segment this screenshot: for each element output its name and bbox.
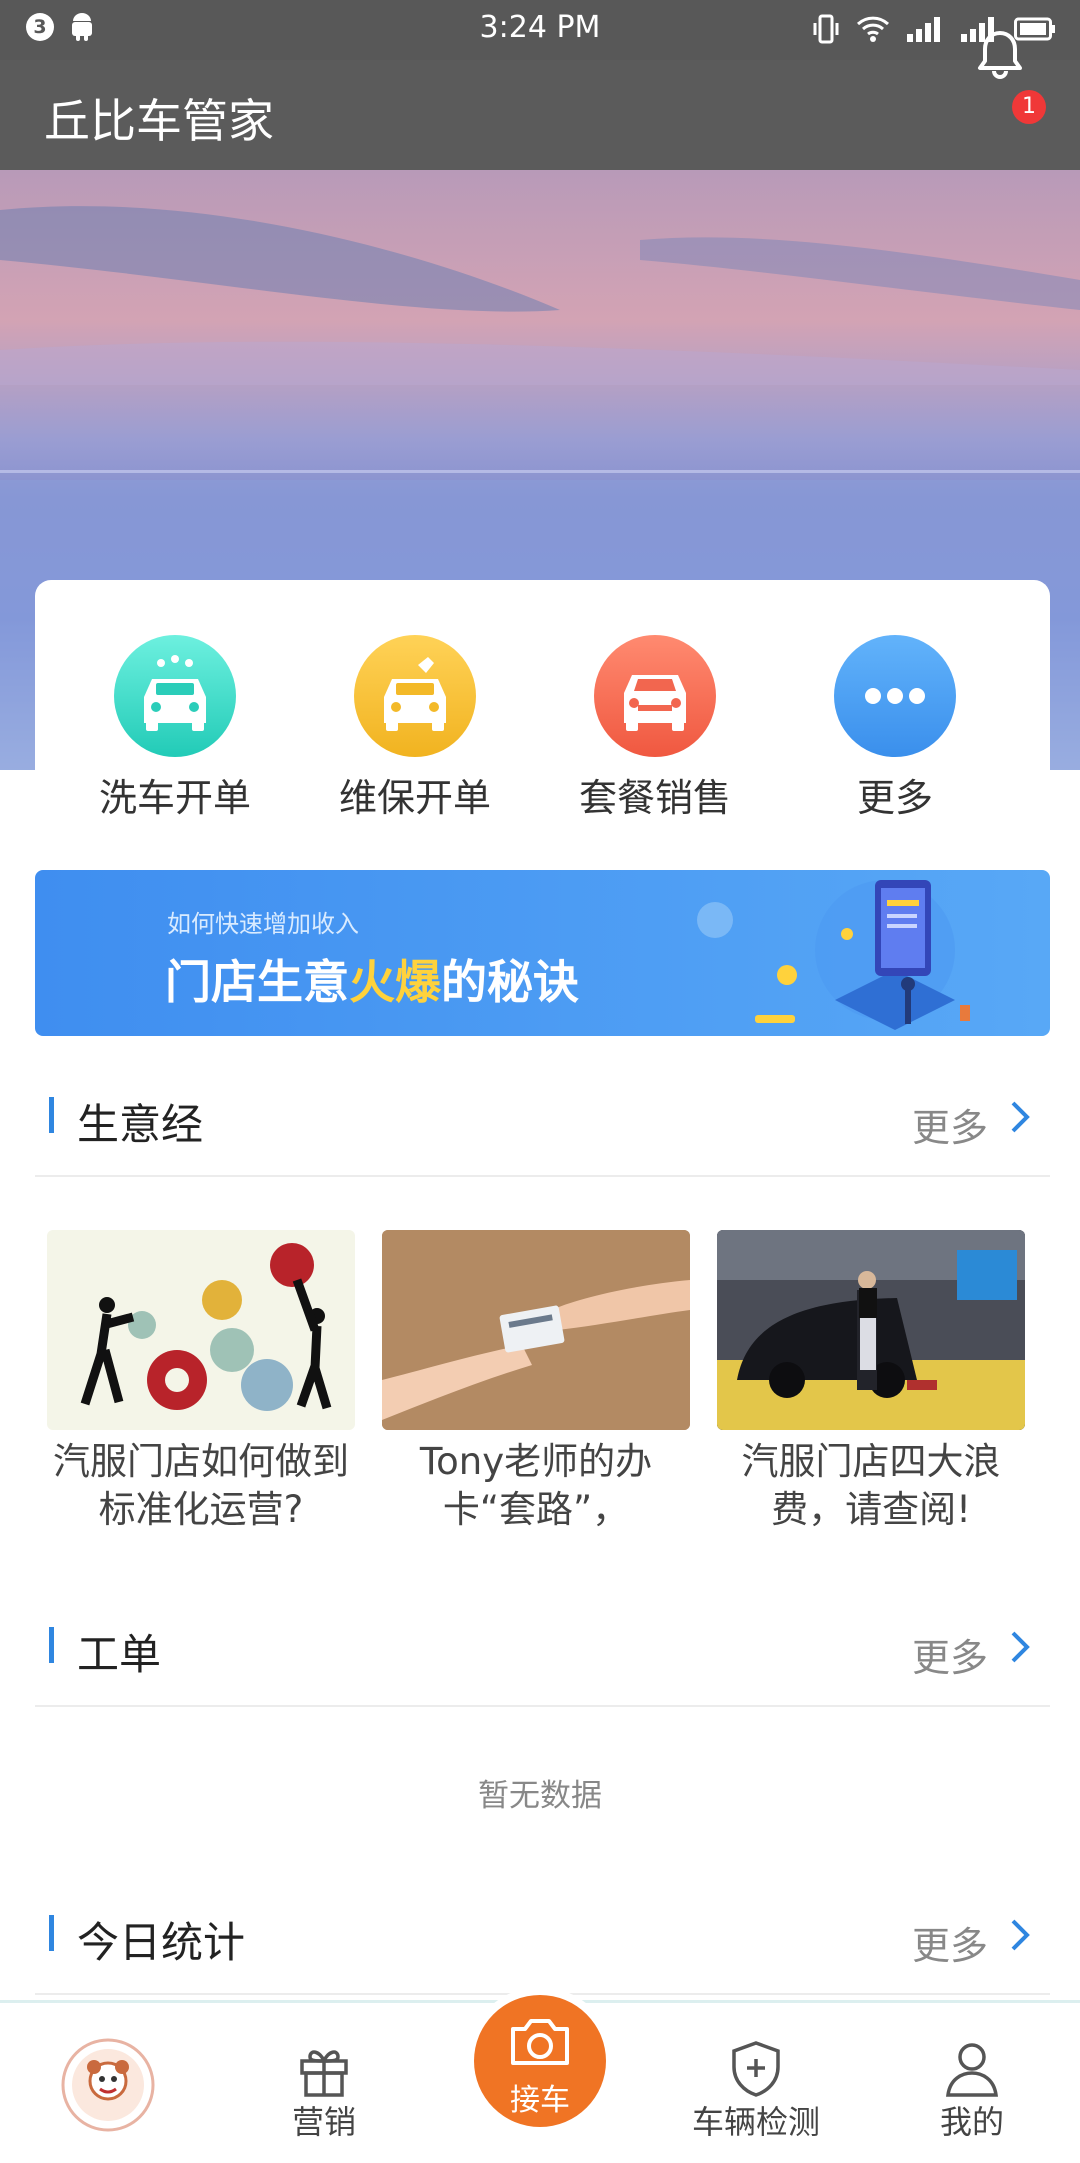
person-icon (946, 2043, 998, 2097)
section-more-link[interactable]: 更多 (912, 1915, 988, 1970)
article-card[interactable]: 汽服门店四大浪费，请查阅! (717, 1230, 1025, 1534)
article-handing-card-image (382, 1230, 690, 1430)
car-repair-icon (354, 635, 476, 757)
empty-state-text: 暂无数据 (478, 1778, 602, 1814)
tab-label: 营销 (291, 2103, 356, 2141)
tab-marketing[interactable]: 营销 (216, 2003, 432, 2163)
notification-badge: 1 (1012, 90, 1046, 124)
article-card[interactable]: 汽服门店如何做到标准化运营? (47, 1230, 355, 1534)
bell-icon[interactable] (970, 25, 1030, 85)
vibrate-icon (813, 14, 839, 44)
tab-label: 接车 (510, 2083, 570, 2118)
quick-action-label: 套餐销售 (578, 776, 731, 820)
chevron-right-icon[interactable] (1008, 1917, 1032, 1953)
article-title: Tony老师的办卡“套路”， (419, 1440, 653, 1531)
camera-icon (511, 2019, 569, 2065)
tab-mine[interactable]: 我的 (864, 2003, 1080, 2163)
section-title: 生意经 (77, 1100, 204, 1149)
article-title: 汽服门店四大浪费，请查阅! (741, 1440, 1001, 1531)
section-header-stats: 今日统计 更多 (35, 1873, 1050, 1995)
section-accent-bar (49, 1627, 54, 1663)
tab-receive-car-camera-button[interactable]: 接车 (474, 1995, 606, 2127)
promo-title: 门店生意火爆的秘诀 (165, 946, 579, 1012)
section-header-business: 生意经 更多 (35, 1055, 1050, 1177)
quick-action-car-wash[interactable]: 洗车开单 (75, 635, 275, 822)
tab-vehicle-check[interactable]: 车辆检测 (648, 2003, 864, 2163)
section-more-link[interactable]: 更多 (912, 1097, 988, 1152)
app-header: 丘比车管家 (0, 60, 1080, 170)
quick-action-package-sale[interactable]: 套餐销售 (555, 635, 755, 822)
shield-plus-icon (732, 2041, 780, 2097)
promo-banner[interactable]: 如何快速增加收入 门店生意火爆的秘诀 (35, 870, 1050, 1036)
tab-store[interactable] (0, 2003, 216, 2163)
promo-subtitle: 如何快速增加收入 (167, 910, 359, 938)
promo-title-pre: 门店生意 (165, 955, 349, 1009)
quick-actions-card: 洗车开单 维保开单 套餐销售 更多 (35, 580, 1050, 830)
section-title: 工单 (77, 1630, 162, 1679)
car-wash-icon (114, 635, 236, 757)
chevron-right-icon[interactable] (1008, 1629, 1032, 1665)
section-title: 今日统计 (77, 1918, 246, 1967)
status-bar: 3 3:24 PM (0, 0, 1080, 60)
quick-action-label: 洗车开单 (98, 776, 251, 820)
section-header-orders: 工单 更多 (35, 1585, 1050, 1707)
car-package-icon (594, 635, 716, 757)
section-accent-bar (49, 1915, 54, 1951)
section-more-link[interactable]: 更多 (912, 1627, 988, 1682)
app-title: 丘比车管家 (44, 94, 274, 148)
more-icon (834, 635, 956, 757)
promo-title-hot: 火爆 (349, 955, 441, 1009)
article-card[interactable]: Tony老师的办卡“套路”， (382, 1230, 690, 1534)
article-car-service-image (717, 1230, 1025, 1430)
article-title: 汽服门店如何做到标准化运营? (53, 1440, 349, 1531)
section-accent-bar (49, 1097, 54, 1133)
quick-action-car-repair[interactable]: 维保开单 (315, 635, 515, 822)
quick-action-more[interactable]: 更多 (795, 635, 995, 822)
chevron-right-icon[interactable] (1008, 1099, 1032, 1135)
quick-action-label: 更多 (856, 776, 933, 820)
promo-title-post: 的秘诀 (441, 955, 579, 1009)
tab-label: 车辆检测 (691, 2103, 820, 2141)
signal-icon (907, 17, 940, 42)
wifi-icon (856, 16, 890, 42)
article-gears-image (47, 1230, 355, 1430)
tab-label: 我的 (939, 2103, 1004, 2141)
quick-action-label: 维保开单 (338, 776, 491, 820)
gift-icon (300, 2050, 348, 2097)
store-avatar-icon (61, 2038, 155, 2132)
